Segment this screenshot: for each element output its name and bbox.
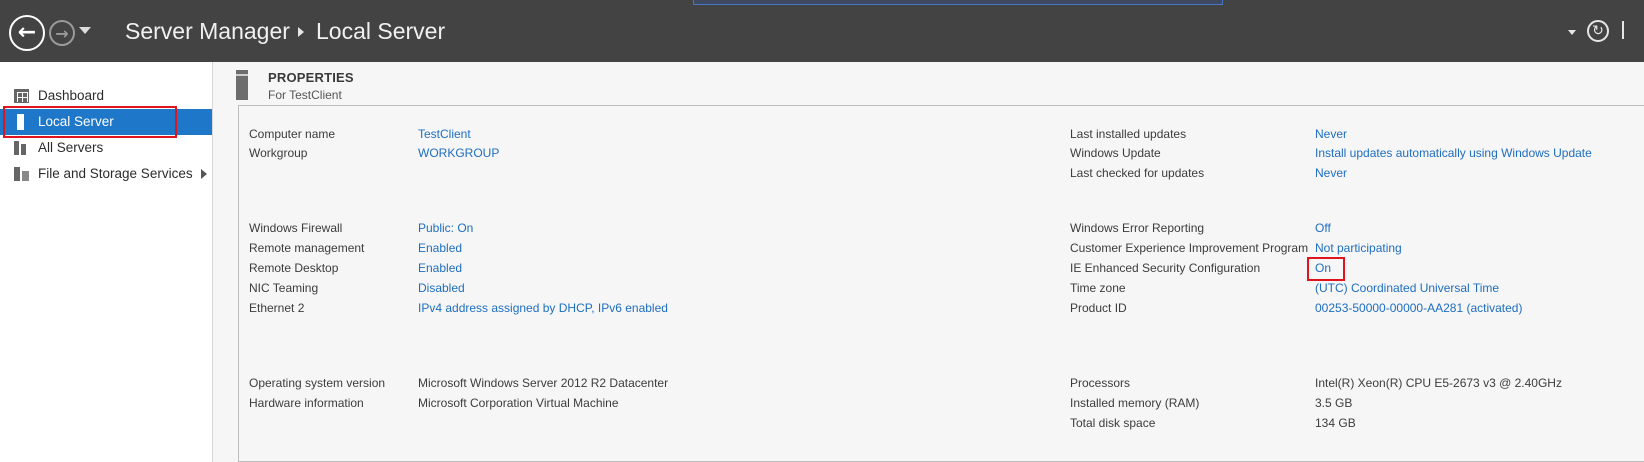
sidebar-item-label: All Servers [38, 140, 104, 155]
memory-value: 3.5 GB [1315, 396, 1353, 410]
time-zone-link[interactable]: (UTC) Coordinated Universal Time [1315, 281, 1499, 299]
prop-label: Remote Desktop [249, 261, 339, 275]
prop-label: Ethernet 2 [249, 301, 305, 315]
prop-label: Customer Experience Improvement Program [1070, 241, 1309, 255]
highlight-outline-ie-esc [1307, 257, 1345, 281]
prop-label: Windows Error Reporting [1070, 221, 1205, 235]
properties-tile-icon [236, 70, 248, 100]
prop-label: Product ID [1070, 301, 1127, 315]
breadcrumb-current: Local Server [316, 18, 446, 44]
arrow-left-icon: ← [17, 20, 37, 45]
error-reporting-link[interactable]: Off [1315, 221, 1331, 239]
properties-subtitle: For TestClient [268, 88, 342, 102]
refresh-dropdown-icon[interactable] [1568, 30, 1576, 35]
os-version-value: Microsoft Windows Server 2012 R2 Datacen… [418, 376, 669, 390]
prop-label: IE Enhanced Security Configuration [1070, 261, 1261, 275]
ethernet-link[interactable]: IPv4 address assigned by DHCP, IPv6 enab… [418, 301, 668, 319]
hardware-info-value: Microsoft Corporation Virtual Machine [418, 396, 619, 410]
sidebar: Dashboard Local Server All Servers File … [0, 62, 213, 462]
search-box[interactable] [693, 0, 1223, 5]
prop-label: Last checked for updates [1070, 166, 1205, 180]
last-checked-updates-link[interactable]: Never [1315, 166, 1347, 184]
last-installed-updates-link[interactable]: Never [1315, 127, 1347, 145]
breadcrumb-separator-icon [298, 27, 304, 37]
properties-title: PROPERTIES [268, 70, 354, 85]
prop-label: Computer name [249, 127, 336, 141]
windows-firewall-link[interactable]: Public: On [418, 221, 473, 239]
prop-label: Processors [1070, 376, 1131, 390]
processors-value: Intel(R) Xeon(R) CPU E5-2673 v3 @ 2.40GH… [1315, 376, 1562, 390]
disk-space-value: 134 GB [1315, 416, 1356, 430]
prop-label: Last installed updates [1070, 127, 1187, 141]
sidebar-item-all-servers[interactable]: All Servers [0, 135, 212, 161]
prop-label: Remote management [249, 241, 365, 255]
toolbar-divider [1622, 21, 1624, 39]
history-dropdown-icon[interactable] [79, 27, 91, 34]
back-button[interactable]: ← [9, 15, 45, 51]
expand-arrow-icon[interactable] [201, 169, 207, 179]
workgroup-link[interactable]: WORKGROUP [418, 146, 499, 164]
prop-label: Time zone [1070, 281, 1126, 295]
refresh-icon: ↻ [1592, 23, 1604, 39]
remote-desktop-link[interactable]: Enabled [418, 261, 462, 279]
dashboard-icon [14, 89, 29, 103]
sidebar-item-label: File and Storage Services [38, 166, 193, 181]
remote-management-link[interactable]: Enabled [418, 241, 462, 259]
sidebar-item-file-storage[interactable]: File and Storage Services [0, 161, 212, 187]
breadcrumb-root[interactable]: Server Manager [125, 18, 290, 45]
nic-teaming-link[interactable]: Disabled [418, 281, 465, 299]
title-bar: ← → Server Manager Local Server ↻ [0, 0, 1644, 62]
prop-label: Windows Update [1070, 146, 1161, 160]
prop-label: Workgroup [249, 146, 308, 160]
sidebar-item-label: Dashboard [38, 88, 105, 103]
highlight-outline-local-server [3, 106, 177, 138]
prop-label: Installed memory (RAM) [1070, 396, 1200, 410]
refresh-button[interactable]: ↻ [1587, 20, 1609, 42]
product-id-link[interactable]: 00253-50000-00000-AA281 (activated) [1315, 301, 1522, 319]
servers-icon [14, 141, 29, 155]
storage-icon [14, 167, 29, 181]
prop-label: Windows Firewall [249, 221, 343, 235]
computer-name-link[interactable]: TestClient [418, 127, 471, 145]
arrow-right-icon: → [55, 23, 69, 43]
prop-label: NIC Teaming [249, 281, 319, 295]
windows-update-link[interactable]: Install updates automatically using Wind… [1315, 146, 1592, 164]
prop-label: Hardware information [249, 396, 364, 410]
prop-label: Total disk space [1070, 416, 1156, 430]
forward-button[interactable]: → [49, 20, 75, 46]
prop-label: Operating system version [249, 376, 386, 390]
